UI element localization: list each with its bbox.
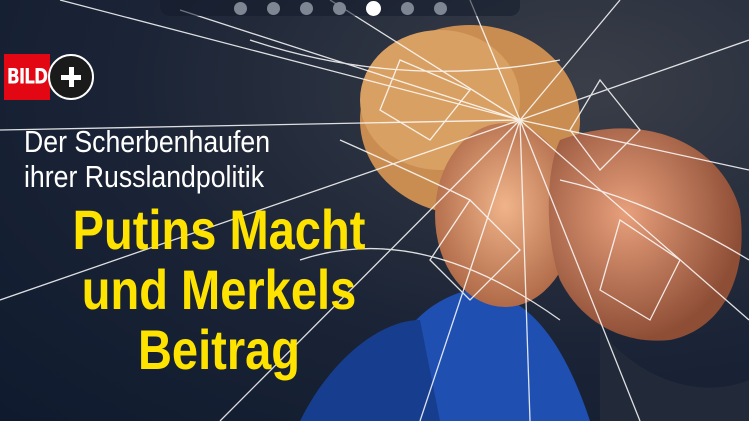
carousel-dot[interactable] xyxy=(233,1,247,15)
kicker-line: ihrer Russlandpolitik xyxy=(24,159,265,194)
carousel-dot[interactable] xyxy=(266,1,280,15)
plus-icon xyxy=(48,54,94,100)
carousel-dot[interactable] xyxy=(299,1,313,15)
headline-line: Beitrag xyxy=(137,318,301,381)
article-teaser[interactable]: BILD Der Scherbenhaufen ihrer Russlandpo… xyxy=(0,0,749,421)
bild-logo-text: BILD xyxy=(6,64,48,90)
carousel-dot[interactable] xyxy=(433,1,447,15)
teaser-kicker: Der Scherbenhaufen ihrer Russlandpolitik xyxy=(24,124,270,194)
headline-line: und Merkels xyxy=(81,258,357,321)
teaser-headline[interactable]: Putins Macht und Merkels Beitrag xyxy=(24,200,414,380)
headline-line: Putins Macht xyxy=(72,198,366,261)
carousel-dot[interactable] xyxy=(332,1,346,15)
carousel-dot-active[interactable] xyxy=(365,0,381,16)
carousel-dot[interactable] xyxy=(400,1,414,15)
carousel-pagination xyxy=(160,0,520,16)
kicker-line: Der Scherbenhaufen xyxy=(24,124,271,159)
bild-logo: BILD xyxy=(4,54,50,100)
